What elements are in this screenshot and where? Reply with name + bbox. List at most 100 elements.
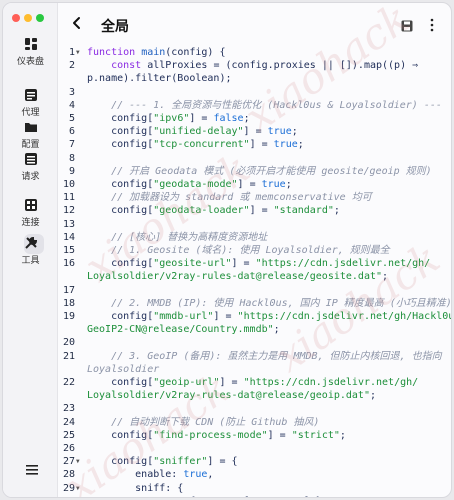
code-text: config["mmdb-url"] = "https://cdn.jsdeli…	[87, 311, 451, 322]
code-line: 10 config["geodata-mode"] = true;	[59, 178, 451, 191]
line-number: 18	[62, 297, 75, 309]
code-line: 2 const allProxies = (config.proxies || …	[59, 59, 451, 72]
tools-icon	[24, 236, 37, 249]
line-number: 22	[62, 377, 75, 388]
sidebar-item-tools[interactable]: 工具	[3, 232, 58, 270]
line-number: 4	[68, 99, 75, 111]
line-number: 20	[62, 337, 75, 349]
code-line: 3	[59, 86, 451, 99]
line-number: 28	[62, 469, 75, 481]
code-line: Loyalsoldier	[59, 363, 451, 376]
code-text: config["geoip-url"] = "https://cdn.jsdel…	[87, 377, 419, 388]
more-vertical-icon[interactable]	[429, 18, 435, 32]
line-number: 5	[68, 113, 75, 124]
code-text: // [核心] 替换为高精度资源地址	[87, 231, 268, 243]
code-line: 26	[59, 442, 451, 455]
code-line: 21 // 3. GeoIP (备用): 虽然主力是用 MMDB, 但防止内核回…	[59, 350, 451, 363]
code-text: config["geodata-mode"] = true;	[87, 179, 292, 190]
code-text: Loyalsoldier	[87, 363, 160, 375]
request-icon	[24, 153, 37, 165]
code-text: // 自动判断下载 CDN (防止 Github 抽风)	[87, 416, 320, 428]
close-window-button[interactable]	[12, 14, 20, 22]
code-line: 9 // 开启 Geodata 模式 (必须开启才能使用 geosite/geo…	[59, 165, 451, 178]
line-number: 6	[68, 126, 75, 138]
folder-icon	[24, 123, 37, 132]
code-line: 29 ▼ sniff: {	[59, 482, 451, 495]
line-number: 8	[68, 152, 75, 164]
code-line: 14 // [核心] 替换为高精度资源地址	[59, 231, 451, 244]
line-number: 17	[62, 284, 75, 296]
code-line: 16 config["geosite-url"] = "https://cdn.…	[59, 257, 451, 270]
code-text: TLS: { ports: [443, 8443] },	[87, 495, 328, 497]
fold-chevron-icon[interactable]: ▼	[76, 455, 80, 468]
line-number: 15	[62, 245, 75, 256]
code-line: 11 // 加载器设为 standard 或 memconservative 均…	[59, 191, 451, 204]
save-icon[interactable]	[401, 20, 413, 32]
fold-chevron-icon[interactable]: ▼	[76, 482, 80, 495]
line-number: 24	[62, 416, 75, 428]
line-number: 2	[68, 60, 75, 72]
code-text: // 开启 Geodata 模式 (必须开启才能使用 geosite/geoip…	[87, 165, 432, 177]
code-line: 12 config["geodata-loader"] = "standard"…	[59, 204, 451, 217]
page-title: 全局	[101, 19, 129, 35]
code-line: Loyalsoldier/v2ray-rules-dat@release/geo…	[59, 270, 451, 283]
line-number: 11	[62, 192, 75, 204]
code-text: // 3. GeoIP (备用): 虽然主力是用 MMDB, 但防止内核回退, …	[87, 350, 442, 362]
code-text: // 加载器设为 standard 或 memconservative 均可	[87, 192, 372, 204]
line-number: 23	[62, 403, 75, 415]
line-number: 9	[68, 165, 75, 177]
sidebar-item-dashboard[interactable]: 仪表盘	[3, 33, 58, 71]
code-line: 23	[59, 402, 451, 415]
code-editor[interactable]: 1 ▼ function main(config) {2 const allProx…	[59, 43, 451, 497]
line-number: 27	[62, 456, 75, 468]
code-line: 4 // --- 1. 全局资源与性能优化 (Hackl0us & Loyals…	[59, 99, 451, 112]
code-text: // 1. Geosite (域名): 使用 Loyalsoldier, 规则最…	[87, 245, 390, 256]
code-line: 13	[59, 218, 451, 231]
line-number: 3	[68, 86, 75, 98]
line-number: 12	[62, 205, 75, 217]
line-number: 25	[62, 429, 75, 441]
sidebar-item-connections[interactable]: 连接	[3, 194, 58, 232]
code-line: 30 TLS: { ports: [443, 8443] },	[59, 495, 451, 497]
code-line: 18 // 2. MMDB (IP): 使用 Hackl0us, 国内 IP 精…	[59, 297, 451, 310]
sidebar-item-label: 请求	[21, 172, 40, 182]
code-text: config["unified-delay"] = true;	[87, 126, 298, 138]
code-text: config["geodata-loader"] = "standard";	[87, 205, 340, 217]
code-line: 19 config["mmdb-url"] = "https://cdn.jsd…	[59, 310, 451, 323]
zoom-window-button[interactable]	[36, 14, 44, 22]
line-number: 7	[68, 139, 75, 151]
proxy-icon	[24, 89, 37, 101]
line-number: 30	[59, 495, 75, 497]
line-number: 19	[62, 311, 75, 322]
code-line: 1 ▼ function main(config) {	[59, 46, 451, 59]
sidebar-item-requests[interactable]: 请求	[3, 148, 58, 186]
line-number: 21	[62, 350, 75, 362]
code-line: Loyalsoldier/v2ray-rules-dat@release/geo…	[59, 389, 451, 402]
code-line: 20	[59, 336, 451, 349]
code-text: enable: true,	[87, 469, 214, 481]
code-line: 22 config["geoip-url"] = "https://cdn.js…	[59, 376, 451, 389]
sidebar-item-label: 工具	[21, 256, 40, 266]
fold-chevron-icon[interactable]: ▼	[76, 46, 80, 59]
code-text: function main(config) {	[87, 47, 226, 58]
code-line: 27 ▼ config["sniffer"] = {	[59, 455, 451, 468]
code-text: // --- 1. 全局资源与性能优化 (Hackl0us & Loyalsol…	[87, 99, 442, 111]
code-line: 15 // 1. Geosite (域名): 使用 Loyalsoldier, …	[59, 244, 451, 257]
code-text: config["sniffer"] = {	[87, 456, 238, 468]
code-line: 28 enable: true,	[59, 468, 451, 481]
code-text: p.name).filter(Boolean);	[87, 73, 232, 85]
app-window: 仪表盘 代理 配置 请求 连接 工具 全局 1 ▼ function main(…	[2, 2, 452, 498]
menu-icon[interactable]	[25, 463, 39, 477]
line-number: 13	[62, 218, 75, 230]
code-text: config["find-process-mode"] = "strict";	[87, 429, 346, 441]
code-text: config["geosite-url"] = "https://cdn.jsd…	[87, 258, 431, 270]
minimize-window-button[interactable]	[24, 14, 32, 22]
code-text: sniff: {	[87, 482, 184, 494]
code-line: 5 config["ipv6"] = false;	[59, 112, 451, 125]
code-line: p.name).filter(Boolean);	[59, 72, 451, 85]
line-number: 26	[62, 443, 75, 454]
back-arrow-icon[interactable]	[71, 16, 83, 30]
editor-header: 全局	[59, 3, 451, 43]
code-text: config["ipv6"] = false;	[87, 113, 250, 124]
code-text: GeoIP2-CN@release/Country.mmdb";	[87, 324, 280, 336]
